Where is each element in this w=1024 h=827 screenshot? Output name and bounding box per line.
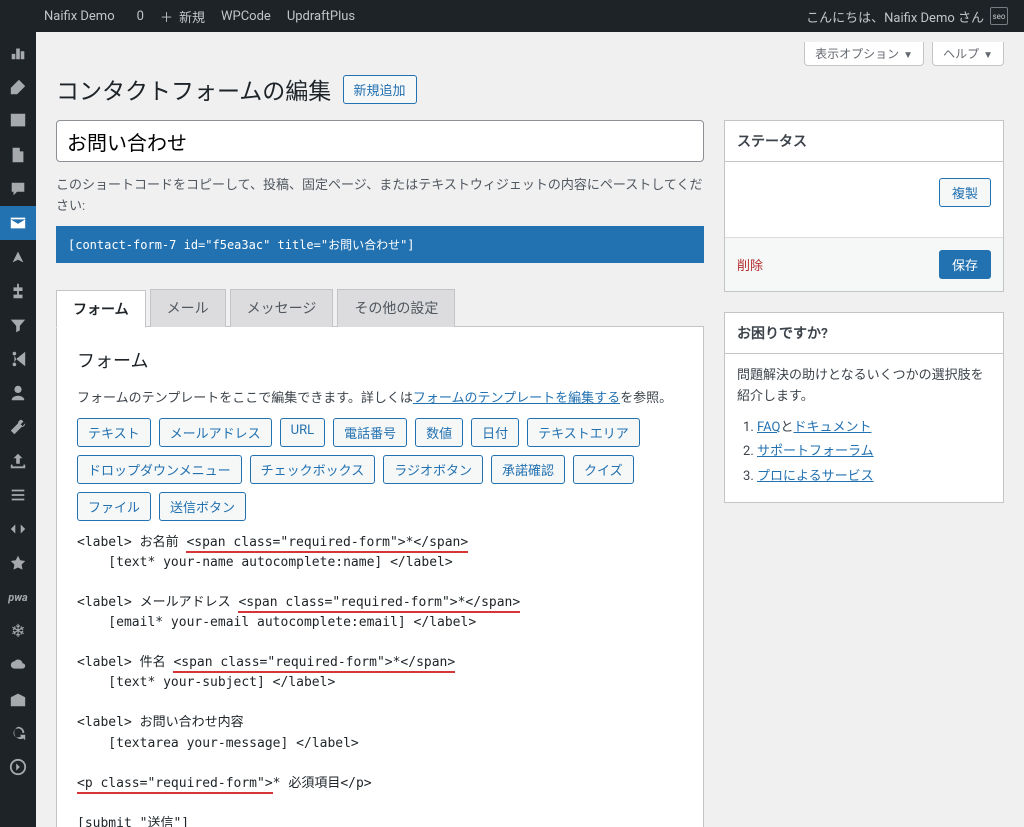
menu-posts[interactable] (0, 70, 36, 104)
menu-tools[interactable] (0, 410, 36, 444)
menu-plugins[interactable] (0, 274, 36, 308)
tag-email[interactable]: メールアドレス (159, 418, 272, 447)
pro-services-link[interactable]: プロによるサービス (757, 469, 874, 484)
wpcode-link[interactable]: WPCode (213, 0, 279, 32)
help-box: お困りですか? 問題解決の助けとなるいくつかの選択肢を紹介します。 FAQとドキ… (724, 312, 1004, 503)
tag-select[interactable]: ドロップダウンメニュー (77, 455, 242, 484)
screen-meta-links: 表示オプション▼ ヘルプ▼ (56, 42, 1004, 66)
menu-collapse[interactable] (0, 750, 36, 784)
tag-textarea[interactable]: テキストエリア (527, 418, 640, 447)
comments-link[interactable]: 0 (123, 0, 152, 32)
editor-tabs: フォーム メール メッセージ その他の設定 (56, 289, 704, 327)
help-item-1: FAQとドキュメント (757, 416, 991, 441)
menu-export[interactable] (0, 444, 36, 478)
chevron-down-icon: ▼ (903, 50, 913, 61)
status-title: ステータス (725, 121, 1003, 162)
save-button[interactable]: 保存 (939, 250, 991, 279)
avatar: seo (990, 7, 1008, 25)
site-name-link[interactable]: Naifix Demo (30, 0, 123, 32)
menu-snowflake[interactable]: ❄ (0, 614, 36, 648)
updraftplus-link[interactable]: UpdraftPlus (279, 0, 363, 32)
docs-link[interactable]: ドキュメント (793, 420, 871, 435)
tag-submit[interactable]: 送信ボタン (159, 492, 246, 521)
menu-filter[interactable] (0, 308, 36, 342)
menu-appearance[interactable] (0, 240, 36, 274)
menu-contact[interactable] (0, 206, 36, 240)
tag-date[interactable]: 日付 (471, 418, 519, 447)
menu-scissors[interactable] (0, 342, 36, 376)
menu-pages[interactable] (0, 138, 36, 172)
tag-radio[interactable]: ラジオボタン (383, 455, 483, 484)
new-content[interactable]: ＋新規 (152, 0, 213, 32)
wp-logo[interactable] (8, 0, 30, 32)
chevron-down-icon: ▼ (983, 50, 993, 61)
status-box: ステータス 複製 削除 保存 (724, 120, 1004, 292)
delete-link[interactable]: 削除 (737, 255, 763, 274)
form-title-input[interactable] (56, 120, 704, 162)
add-new-button[interactable]: 新規追加 (343, 75, 417, 104)
tag-number[interactable]: 数値 (415, 418, 463, 447)
shortcode-description: このショートコードをコピーして、投稿、固定ページ、またはテキストウィジェットの内… (56, 176, 704, 218)
admin-menu: pwa ❄ (0, 32, 36, 827)
tab-messages[interactable]: メッセージ (230, 289, 334, 327)
support-forum-link[interactable]: サポートフォーラム (757, 444, 874, 459)
tag-checkbox[interactable]: チェックボックス (250, 455, 376, 484)
tag-quiz[interactable]: クイズ (573, 455, 634, 484)
admin-bar: Naifix Demo 0 ＋新規 WPCode UpdraftPlus こんに… (0, 0, 1024, 32)
panel-heading: フォーム (77, 347, 683, 373)
help-item-3: プロによるサービス (757, 465, 991, 490)
menu-code[interactable] (0, 512, 36, 546)
help-toggle[interactable]: ヘルプ▼ (932, 42, 1004, 66)
tag-acceptance[interactable]: 承諾確認 (491, 455, 565, 484)
screen-options-toggle[interactable]: 表示オプション▼ (804, 42, 924, 66)
duplicate-button[interactable]: 複製 (939, 178, 991, 207)
wpbody: 表示オプション▼ ヘルプ▼ コンタクトフォームの編集 新規追加 このショートコー… (36, 32, 1024, 827)
my-account[interactable]: こんにちは、Naifix Demo さん seo (798, 0, 1016, 32)
menu-building[interactable] (0, 682, 36, 716)
tab-other[interactable]: その他の設定 (337, 289, 455, 327)
tab-form[interactable]: フォーム (56, 290, 146, 328)
help-title: お困りですか? (725, 313, 1003, 354)
tag-tel[interactable]: 電話番号 (333, 418, 407, 447)
tag-file[interactable]: ファイル (77, 492, 151, 521)
plus-icon: ＋ (160, 7, 173, 26)
menu-pwa[interactable]: pwa (0, 580, 36, 614)
tag-url[interactable]: URL (280, 418, 325, 447)
site-title: Naifix Demo (44, 9, 115, 24)
template-help-link[interactable]: フォームのテンプレートを編集する (413, 391, 620, 406)
menu-dashboard[interactable] (0, 36, 36, 70)
menu-cloud[interactable] (0, 648, 36, 682)
tag-generator-row: テキスト メールアドレス URL 電話番号 数値 日付 テキストエリア ドロップ… (77, 418, 683, 521)
menu-refresh[interactable] (0, 716, 36, 750)
form-template-editor[interactable]: <label> お名前 <span class="required-form">… (77, 533, 683, 827)
help-intro: 問題解決の助けとなるいくつかの選択肢を紹介します。 (737, 366, 991, 408)
menu-comments[interactable] (0, 172, 36, 206)
shortcode-display[interactable]: [contact-form-7 id="f5ea3ac" title="お問い合… (56, 226, 704, 263)
tab-mail[interactable]: メール (150, 289, 226, 327)
menu-star[interactable] (0, 546, 36, 580)
faq-link[interactable]: FAQ (757, 420, 780, 435)
menu-media[interactable] (0, 104, 36, 138)
panel-description: フォームのテンプレートをここで編集できます。詳しくはフォームのテンプレートを編集… (77, 387, 683, 406)
tab-panel-form: フォーム フォームのテンプレートをここで編集できます。詳しくはフォームのテンプレ… (56, 326, 704, 827)
menu-users[interactable] (0, 376, 36, 410)
help-item-2: サポートフォーラム (757, 440, 991, 465)
tag-text[interactable]: テキスト (77, 418, 151, 447)
page-title: コンタクトフォームの編集 (56, 72, 331, 106)
menu-list[interactable] (0, 478, 36, 512)
